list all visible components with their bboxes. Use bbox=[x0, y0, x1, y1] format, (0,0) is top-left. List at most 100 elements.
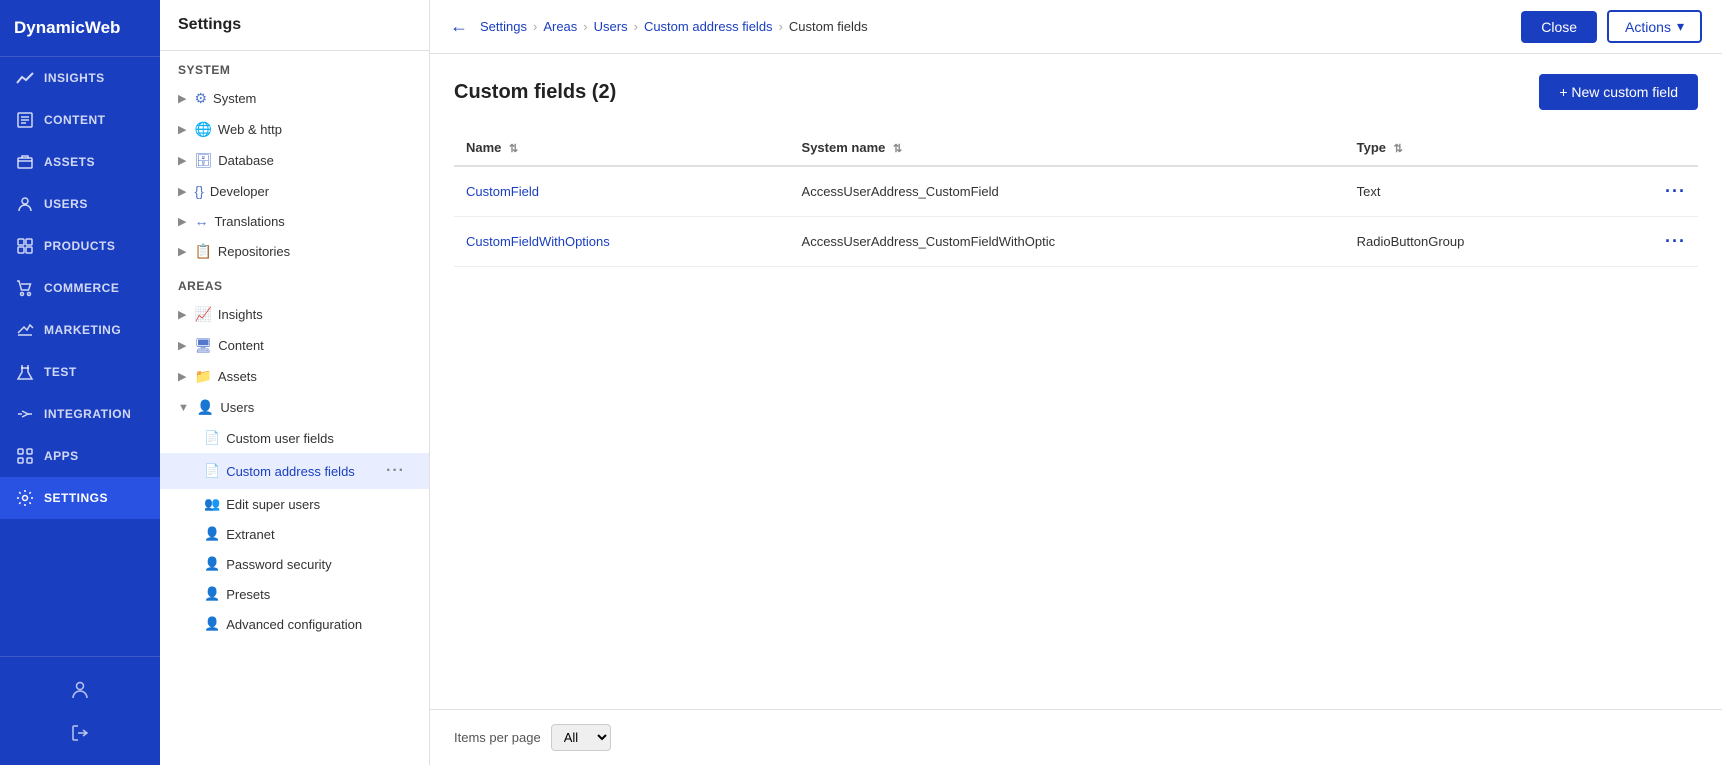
tree-item-extranet[interactable]: 👤 Extranet bbox=[160, 519, 429, 549]
app-logo: DynamicWeb bbox=[0, 0, 160, 57]
field-name-2: CustomFieldWithOptions bbox=[454, 217, 790, 267]
col-type: Type ⇅ bbox=[1345, 130, 1608, 166]
marketing-icon bbox=[16, 321, 34, 339]
commerce-icon bbox=[16, 279, 34, 297]
sidebar-item-marketing[interactable]: MARKETING bbox=[0, 309, 160, 351]
doc-active-icon: 📄 bbox=[204, 463, 220, 479]
globe-icon: 🌐 bbox=[194, 121, 211, 138]
chevron-down-icon: ▼ bbox=[178, 402, 189, 414]
tree-item-assets-area[interactable]: ▶ 📁 Assets bbox=[160, 361, 429, 392]
tree-item-advanced-configuration[interactable]: 👤 Advanced configuration bbox=[160, 609, 429, 639]
extranet-icon: 👤 bbox=[204, 526, 220, 542]
settings-panel-title: Settings bbox=[160, 0, 429, 51]
field-type-2: RadioButtonGroup bbox=[1345, 217, 1608, 267]
tree-item-web-http[interactable]: ▶ 🌐 Web & http bbox=[160, 114, 429, 145]
left-navigation: DynamicWeb INSIGHTS CONTENT ASSETS bbox=[0, 0, 160, 765]
sidebar-item-test[interactable]: TEST bbox=[0, 351, 160, 393]
sidebar-item-products[interactable]: PRODUCTS bbox=[0, 225, 160, 267]
sidebar-item-commerce[interactable]: COMMERCE bbox=[0, 267, 160, 309]
chevron-right-icon: ▶ bbox=[178, 185, 186, 198]
breadcrumb-custom-address[interactable]: Custom address fields bbox=[644, 19, 773, 34]
field-name-1: CustomField bbox=[454, 166, 790, 217]
sidebar-item-settings[interactable]: SETTINGS bbox=[0, 477, 160, 519]
chevron-right-icon: ▶ bbox=[178, 215, 186, 228]
user-area-icon: 👤 bbox=[197, 399, 214, 416]
sidebar-item-insights[interactable]: INSIGHTS bbox=[0, 57, 160, 99]
insights-area-icon: 📈 bbox=[194, 306, 211, 323]
field-system-name-1: AccessUserAddress_CustomField bbox=[790, 166, 1345, 217]
more-options-button[interactable]: ··· bbox=[380, 460, 411, 482]
back-button[interactable]: ← bbox=[450, 16, 474, 37]
tree-item-custom-address-fields[interactable]: 📄 Custom address fields ··· bbox=[160, 453, 429, 489]
logout-icon bbox=[70, 723, 90, 743]
row-actions-2[interactable]: ··· bbox=[1608, 217, 1698, 267]
settings-scroll-area: System ▶ ⚙ System ▶ 🌐 Web & http ▶ 🗄 Dat… bbox=[160, 51, 429, 765]
items-per-page-select[interactable]: All 10 25 50 100 bbox=[551, 724, 611, 751]
nav-bottom bbox=[0, 656, 160, 765]
db-icon: 🗄 bbox=[194, 152, 212, 169]
sort-icon-name[interactable]: ⇅ bbox=[509, 143, 518, 155]
chart-icon bbox=[16, 69, 34, 87]
col-actions-header bbox=[1608, 130, 1698, 166]
settings-panel: Settings System ▶ ⚙ System ▶ 🌐 Web & htt… bbox=[160, 0, 430, 765]
main-content: ← Settings › Areas › Users › Custom addr… bbox=[430, 0, 1722, 765]
content-area-icon: 🖥 bbox=[194, 337, 212, 354]
repo-icon: 📋 bbox=[194, 243, 211, 260]
close-button[interactable]: Close bbox=[1521, 11, 1597, 43]
breadcrumb-areas[interactable]: Areas bbox=[543, 19, 577, 34]
chevron-right-icon: ▶ bbox=[178, 123, 186, 136]
row-actions-1[interactable]: ··· bbox=[1608, 166, 1698, 217]
field-system-name-2: AccessUserAddress_CustomFieldWithOptic bbox=[790, 217, 1345, 267]
sort-icon-type[interactable]: ⇅ bbox=[1394, 143, 1403, 155]
table-row: CustomFieldWithOptions AccessUserAddress… bbox=[454, 217, 1698, 267]
tree-item-password-security[interactable]: 👤 Password security bbox=[160, 549, 429, 579]
sidebar-item-assets[interactable]: ASSETS bbox=[0, 141, 160, 183]
tree-item-presets[interactable]: 👤 Presets bbox=[160, 579, 429, 609]
sidebar-item-users[interactable]: USERS bbox=[0, 183, 160, 225]
tree-item-database[interactable]: ▶ 🗄 Database bbox=[160, 145, 429, 176]
breadcrumb-users[interactable]: Users bbox=[594, 19, 628, 34]
footer-bar: Items per page All 10 25 50 100 bbox=[430, 709, 1722, 765]
top-bar: ← Settings › Areas › Users › Custom addr… bbox=[430, 0, 1722, 54]
profile-nav-item[interactable] bbox=[0, 667, 160, 711]
sidebar-item-integration[interactable]: INTEGRATION bbox=[0, 393, 160, 435]
breadcrumb-settings[interactable]: Settings bbox=[480, 19, 527, 34]
section-areas-title: Areas bbox=[160, 267, 429, 299]
user-edit-icon: 👥 bbox=[204, 496, 220, 512]
new-custom-field-button[interactable]: + New custom field bbox=[1539, 74, 1698, 110]
breadcrumb: ← Settings › Areas › Users › Custom addr… bbox=[450, 16, 868, 37]
chevron-right-icon: ▶ bbox=[178, 245, 186, 258]
tree-item-content-area[interactable]: ▶ 🖥 Content bbox=[160, 330, 429, 361]
system-icon: ⚙ bbox=[194, 90, 207, 107]
tree-item-system[interactable]: ▶ ⚙ System bbox=[160, 83, 429, 114]
sidebar-item-apps[interactable]: APPS bbox=[0, 435, 160, 477]
chevron-right-icon: ▶ bbox=[178, 92, 186, 105]
test-icon bbox=[16, 363, 34, 381]
table-body: CustomField AccessUserAddress_CustomFiel… bbox=[454, 166, 1698, 267]
chevron-right-icon: ▶ bbox=[178, 370, 186, 383]
chevron-right-icon: ▶ bbox=[178, 339, 186, 352]
field-name-link-2[interactable]: CustomFieldWithOptions bbox=[466, 234, 610, 249]
table-row: CustomField AccessUserAddress_CustomFiel… bbox=[454, 166, 1698, 217]
tree-item-edit-super-users[interactable]: 👥 Edit super users bbox=[160, 489, 429, 519]
content-icon bbox=[16, 111, 34, 129]
tree-item-users-area[interactable]: ▼ 👤 Users bbox=[160, 392, 429, 423]
person-icon bbox=[70, 679, 90, 699]
top-bar-actions: Close Actions ▾ bbox=[1521, 10, 1702, 43]
nav-items-list: INSIGHTS CONTENT ASSETS US bbox=[0, 57, 160, 656]
tree-item-repositories[interactable]: ▶ 📋 Repositories bbox=[160, 236, 429, 267]
products-icon bbox=[16, 237, 34, 255]
tree-item-translations[interactable]: ▶ ↔ Translations bbox=[160, 206, 429, 236]
tree-item-custom-user-fields[interactable]: 📄 Custom user fields bbox=[160, 423, 429, 453]
sidebar-item-content[interactable]: CONTENT bbox=[0, 99, 160, 141]
col-name: Name ⇅ bbox=[454, 130, 790, 166]
section-system-title: System bbox=[160, 51, 429, 83]
code-icon: {} bbox=[194, 183, 203, 199]
tree-item-insights-area[interactable]: ▶ 📈 Insights bbox=[160, 299, 429, 330]
field-name-link-1[interactable]: CustomField bbox=[466, 184, 539, 199]
tree-item-developer[interactable]: ▶ {} Developer bbox=[160, 176, 429, 206]
logout-nav-item[interactable] bbox=[0, 711, 160, 755]
chevron-right-icon: ▶ bbox=[178, 154, 186, 167]
actions-button[interactable]: Actions ▾ bbox=[1607, 10, 1702, 43]
sort-icon-system-name[interactable]: ⇅ bbox=[893, 143, 902, 155]
